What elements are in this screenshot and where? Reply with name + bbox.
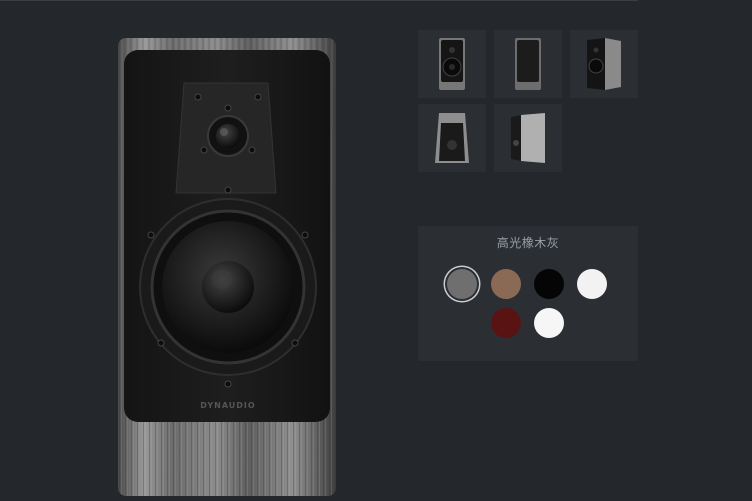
thumbnail-top-view[interactable] xyxy=(418,104,486,172)
selected-finish-label: 高光橡木灰 xyxy=(496,236,560,250)
thumbnail-gallery xyxy=(418,30,638,172)
swatch-red-gloss[interactable] xyxy=(491,308,521,338)
swatch-black[interactable] xyxy=(534,269,564,299)
brand-logo: DYNAUDIO xyxy=(200,401,255,410)
thumbnail-front-view[interactable] xyxy=(418,30,486,98)
thumbnail-front-grille-view[interactable] xyxy=(494,30,562,98)
top-divider xyxy=(0,0,638,1)
swatch-grey-oak[interactable] xyxy=(447,269,477,299)
product-main-image: DYNAUDIO xyxy=(118,38,336,496)
finish-selector: 高光橡木灰 xyxy=(418,226,638,361)
swatch-walnut[interactable] xyxy=(491,269,521,299)
swatch-white[interactable] xyxy=(577,269,607,299)
thumbnail-angled-view[interactable] xyxy=(570,30,638,98)
swatch-white-satin[interactable] xyxy=(534,308,564,338)
thumbnail-side-view[interactable] xyxy=(494,104,562,172)
